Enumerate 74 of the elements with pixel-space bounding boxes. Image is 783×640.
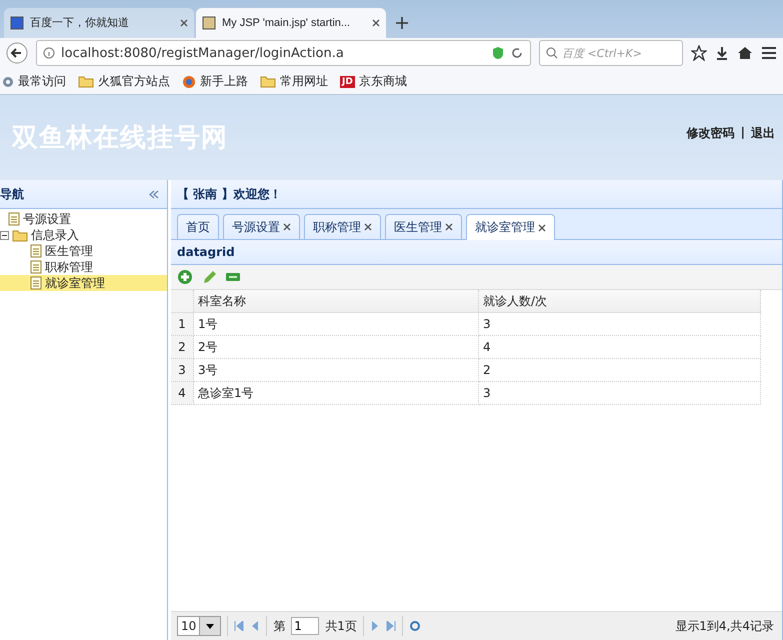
close-icon[interactable] — [538, 224, 546, 232]
folder-icon — [78, 75, 94, 88]
tree-item[interactable]: 就诊室管理 — [0, 275, 167, 291]
page-size-select[interactable]: 10 — [177, 616, 222, 636]
folder-icon — [12, 228, 28, 242]
document-icon — [30, 244, 42, 258]
page-number-field[interactable]: 1 — [291, 617, 320, 635]
menu-icon[interactable] — [761, 46, 777, 60]
welcome-text: 【 张南 】欢迎您！ — [177, 186, 282, 202]
close-icon[interactable] — [372, 18, 380, 27]
record-info: 显示1到4,共4记录 — [675, 618, 774, 634]
page-label: 第 — [273, 618, 286, 634]
sidebar-title: 导航 — [0, 186, 24, 202]
tab[interactable]: 首页 — [177, 214, 219, 239]
store-logo-icon: JD — [340, 76, 355, 88]
download-icon[interactable] — [715, 46, 729, 60]
new-tab-icon[interactable] — [396, 16, 408, 29]
close-icon[interactable] — [283, 223, 291, 231]
refresh-icon[interactable] — [408, 620, 421, 632]
address-field[interactable]: localhost:8080/registManager/loginAction.a — [36, 40, 531, 66]
table-cell: 3 — [478, 382, 760, 404]
dropdown-caret-icon — [206, 624, 214, 628]
globe-icon — [182, 74, 196, 89]
search-icon — [546, 47, 558, 60]
tab[interactable]: 号源设置 — [223, 214, 300, 239]
header-link[interactable]: 修改密码 — [686, 125, 735, 142]
browser-tab[interactable]: My JSP 'main.jsp' startin... — [196, 8, 386, 38]
row-number: 4 — [171, 382, 194, 404]
home-icon[interactable] — [737, 46, 753, 60]
document-icon — [30, 276, 42, 290]
bookmark-item[interactable]: 新手上路 — [182, 73, 248, 90]
header-link[interactable]: 退出 — [751, 125, 775, 142]
bookmark-item[interactable]: JD 京东商城 — [340, 73, 407, 90]
page-favicon-icon — [202, 16, 216, 30]
close-icon[interactable] — [445, 223, 453, 231]
document-icon — [30, 260, 42, 274]
bookmark-item[interactable]: 火狐官方站点 — [78, 73, 170, 90]
tab[interactable]: 医生管理 — [385, 214, 462, 239]
table-cell: 2 — [478, 358, 760, 382]
tree-item[interactable]: 号源设置 — [0, 211, 167, 227]
row-number: 2 — [171, 336, 194, 358]
tree-item[interactable]: 医生管理 — [0, 243, 167, 259]
close-icon[interactable] — [364, 223, 372, 231]
tree-item[interactable]: 职称管理 — [0, 259, 167, 275]
table-cell: 3 — [478, 312, 760, 336]
page-total: 共1页 — [325, 618, 357, 634]
panel-title: datagrid — [171, 240, 782, 265]
bookmark-item[interactable]: 最常访问 — [2, 73, 66, 90]
back-icon[interactable] — [6, 42, 28, 64]
row-number: 1 — [171, 312, 194, 336]
table-cell: 4 — [478, 336, 760, 358]
column-header[interactable]: 就诊人数/次 — [478, 290, 760, 312]
shield-icon — [492, 46, 504, 60]
tab[interactable]: 职称管理 — [304, 214, 381, 239]
column-header[interactable]: 科室名称 — [194, 290, 478, 312]
close-icon[interactable] — [180, 18, 188, 27]
document-icon — [8, 212, 20, 226]
add-icon[interactable] — [177, 269, 193, 285]
table-cell: 2号 — [194, 336, 478, 358]
star-icon[interactable] — [691, 45, 707, 62]
table-cell: 3号 — [194, 358, 478, 382]
info-icon — [43, 47, 55, 60]
browser-tab[interactable]: 百度一下，你就知道 — [4, 8, 194, 38]
tab[interactable]: 就诊室管理 — [466, 214, 555, 240]
page-favicon-icon — [10, 16, 24, 30]
reload-icon[interactable] — [510, 46, 524, 60]
link-separator: | — [740, 125, 745, 141]
collapse-icon[interactable] — [0, 230, 9, 240]
table-cell: 急诊室1号 — [194, 382, 478, 404]
table-cell: 1号 — [194, 312, 478, 336]
folder-icon — [260, 75, 276, 88]
tree-item[interactable]: 信息录入 — [0, 227, 167, 243]
row-number: 3 — [171, 358, 194, 382]
bookmark-item[interactable]: 常用网址 — [260, 73, 328, 90]
